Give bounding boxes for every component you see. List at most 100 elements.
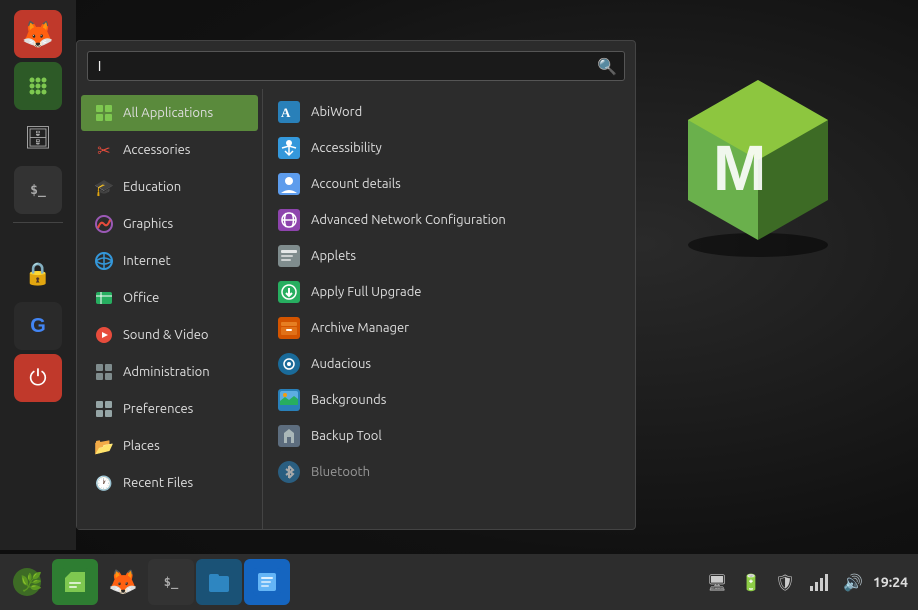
terminal-taskbar-icon[interactable]: $_ bbox=[14, 166, 62, 214]
bottom-left-icons: 🌿 🦊 $_ bbox=[0, 559, 290, 605]
nemo-bottom-icon[interactable] bbox=[52, 559, 98, 605]
sound-video-icon bbox=[93, 324, 115, 346]
files-bottom-icon[interactable] bbox=[196, 559, 242, 605]
administration-label: Administration bbox=[123, 365, 210, 379]
graphics-icon bbox=[93, 213, 115, 235]
applets-label: Applets bbox=[311, 249, 356, 263]
search-icon[interactable]: 🔍 bbox=[597, 57, 617, 76]
category-all[interactable]: All Applications bbox=[81, 95, 258, 131]
search-input[interactable]: l bbox=[87, 51, 625, 81]
backgrounds-label: Backgrounds bbox=[311, 393, 386, 407]
accessories-label: Accessories bbox=[123, 143, 190, 157]
category-graphics[interactable]: Graphics bbox=[81, 206, 258, 242]
app-audacious[interactable]: Audacious bbox=[263, 346, 635, 382]
adv-network-icon bbox=[277, 208, 301, 232]
internet-icon bbox=[93, 250, 115, 272]
menu-search-bar: l 🔍 bbox=[77, 41, 635, 89]
education-icon: 🎓 bbox=[93, 176, 115, 198]
svg-text:A: A bbox=[281, 105, 291, 120]
category-sound-video[interactable]: Sound & Video bbox=[81, 317, 258, 353]
backup-label: Backup Tool bbox=[311, 429, 382, 443]
adv-network-label: Advanced Network Configuration bbox=[311, 213, 506, 227]
notes-bottom-icon[interactable] bbox=[244, 559, 290, 605]
education-label: Education bbox=[123, 180, 181, 194]
app-account-details[interactable]: Account details bbox=[263, 166, 635, 202]
archive-label: Archive Manager bbox=[311, 321, 409, 335]
firefox-taskbar-icon[interactable]: 🦊 bbox=[14, 10, 62, 58]
sound-video-label: Sound & Video bbox=[123, 328, 209, 342]
category-preferences[interactable]: Preferences bbox=[81, 391, 258, 427]
clock-display: 19:24 bbox=[873, 574, 908, 590]
battery-icon[interactable]: 🔋 bbox=[737, 568, 765, 596]
display-icon[interactable]: 🖥 bbox=[703, 568, 731, 596]
abiword-icon: A bbox=[277, 100, 301, 124]
category-accessories[interactable]: ✂ Accessories bbox=[81, 132, 258, 168]
chromium-taskbar-icon[interactable]: G bbox=[14, 302, 62, 350]
accessibility-label: Accessibility bbox=[311, 141, 382, 155]
office-label: Office bbox=[123, 291, 159, 305]
app-accessibility[interactable]: Accessibility bbox=[263, 130, 635, 166]
abiword-label: AbiWord bbox=[311, 105, 362, 119]
lock-taskbar-icon[interactable]: 🔒 bbox=[14, 250, 62, 298]
places-label: Places bbox=[123, 439, 160, 453]
shield-icon[interactable]: 🛡 bbox=[771, 568, 799, 596]
app-abiword[interactable]: A AbiWord bbox=[263, 94, 635, 130]
category-office[interactable]: Office bbox=[81, 280, 258, 316]
firefox-bottom-icon[interactable]: 🦊 bbox=[100, 559, 146, 605]
bottom-right-tray: 🖥 🔋 🛡 🔊 19:24 bbox=[703, 568, 918, 596]
backgrounds-icon bbox=[277, 388, 301, 412]
menu-popup: l 🔍 All Applications bbox=[76, 40, 636, 530]
bluetooth-icon bbox=[277, 460, 301, 484]
category-internet[interactable]: Internet bbox=[81, 243, 258, 279]
all-cat-label: All Applications bbox=[123, 106, 213, 120]
svg-text:M: M bbox=[713, 132, 766, 204]
menu-categories: All Applications ✂ Accessories 🎓 Educati… bbox=[77, 89, 262, 529]
backup-icon bbox=[277, 424, 301, 448]
recent-label: Recent Files bbox=[123, 476, 193, 490]
audacious-icon bbox=[277, 352, 301, 376]
app-grid-taskbar-icon[interactable] bbox=[14, 62, 62, 110]
app-apply-upgrade[interactable]: Apply Full Upgrade bbox=[263, 274, 635, 310]
preferences-label: Preferences bbox=[123, 402, 193, 416]
taskbar-left: 🦊 🗄 $_ 🔒 G ⏻ bbox=[0, 0, 76, 550]
archive-icon bbox=[277, 316, 301, 340]
apply-upgrade-label: Apply Full Upgrade bbox=[311, 285, 422, 299]
preferences-icon bbox=[93, 398, 115, 420]
mint-start-button[interactable]: 🌿 bbox=[4, 559, 50, 605]
category-education[interactable]: 🎓 Education bbox=[81, 169, 258, 205]
category-administration[interactable]: Administration bbox=[81, 354, 258, 390]
mint-logo: M bbox=[658, 60, 858, 260]
app-applets[interactable]: Applets bbox=[263, 238, 635, 274]
menu-body: All Applications ✂ Accessories 🎓 Educati… bbox=[77, 89, 635, 529]
account-details-icon bbox=[277, 172, 301, 196]
bluetooth-label: Bluetooth bbox=[311, 465, 370, 479]
files-taskbar-icon[interactable]: 🗄 bbox=[14, 114, 62, 162]
accessibility-icon bbox=[277, 136, 301, 160]
app-adv-network[interactable]: Advanced Network Configuration bbox=[263, 202, 635, 238]
taskbar-bottom: 🌿 🦊 $_ 🖥 🔋 🛡 🔊 19:24 bbox=[0, 554, 918, 610]
apply-upgrade-icon bbox=[277, 280, 301, 304]
svg-text:🌿: 🌿 bbox=[20, 571, 42, 592]
category-recent[interactable]: 🕐 Recent Files bbox=[81, 465, 258, 501]
graphics-label: Graphics bbox=[123, 217, 173, 231]
applets-icon bbox=[277, 244, 301, 268]
all-cat-icon bbox=[93, 102, 115, 124]
app-backup[interactable]: Backup Tool bbox=[263, 418, 635, 454]
account-details-label: Account details bbox=[311, 177, 401, 191]
administration-icon bbox=[93, 361, 115, 383]
app-archive[interactable]: Archive Manager bbox=[263, 310, 635, 346]
desktop: M 🦊 🗄 $_ 🔒 G ⏻ l 🔍 bbox=[0, 0, 918, 610]
network-icon[interactable] bbox=[805, 568, 833, 596]
internet-label: Internet bbox=[123, 254, 171, 268]
category-places[interactable]: 📂 Places bbox=[81, 428, 258, 464]
search-wrapper: l 🔍 bbox=[87, 51, 625, 81]
terminal-bottom-icon[interactable]: $_ bbox=[148, 559, 194, 605]
power-taskbar-icon[interactable]: ⏻ bbox=[14, 354, 62, 402]
volume-icon[interactable]: 🔊 bbox=[839, 568, 867, 596]
audacious-label: Audacious bbox=[311, 357, 371, 371]
app-bluetooth[interactable]: Bluetooth bbox=[263, 454, 635, 490]
office-icon bbox=[93, 287, 115, 309]
menu-apps: A AbiWord Accessibility Account details bbox=[263, 89, 635, 529]
places-icon: 📂 bbox=[93, 435, 115, 457]
app-backgrounds[interactable]: Backgrounds bbox=[263, 382, 635, 418]
